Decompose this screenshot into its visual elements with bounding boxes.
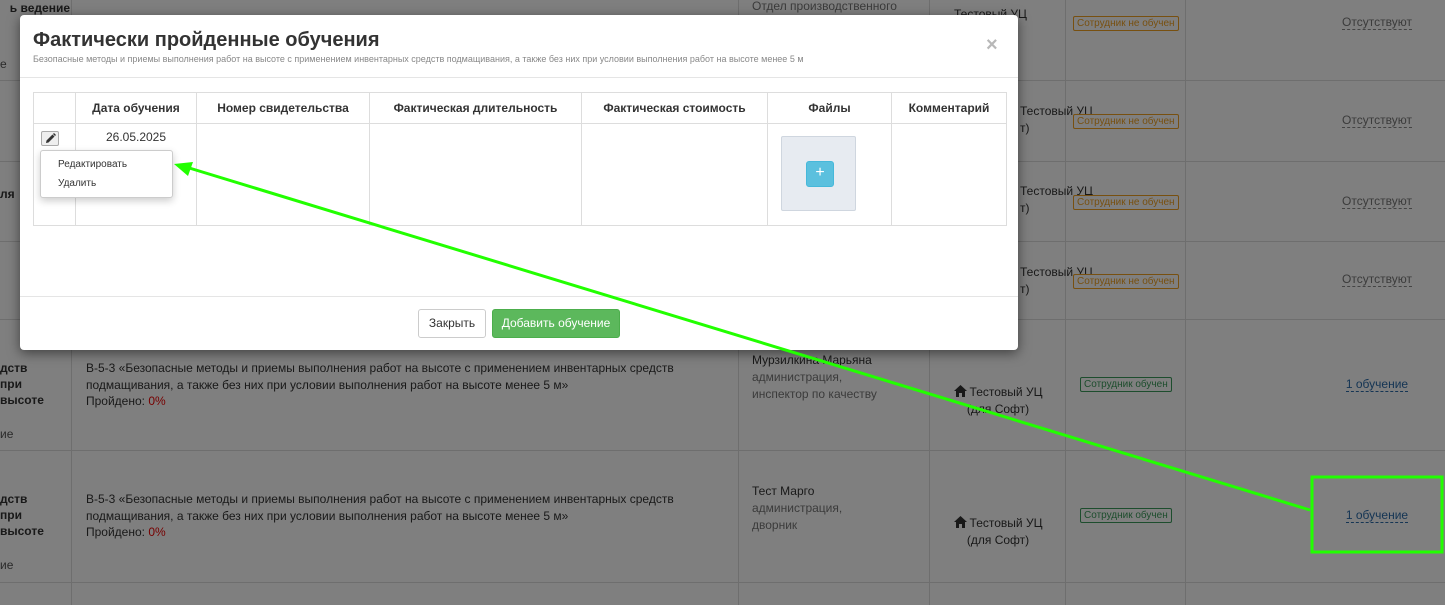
annotation-layer (174, 162, 1444, 554)
annotation-arrowhead (174, 162, 193, 176)
annotation-arrow (185, 165, 1311, 512)
annotation-highlight-box (1310, 475, 1444, 554)
